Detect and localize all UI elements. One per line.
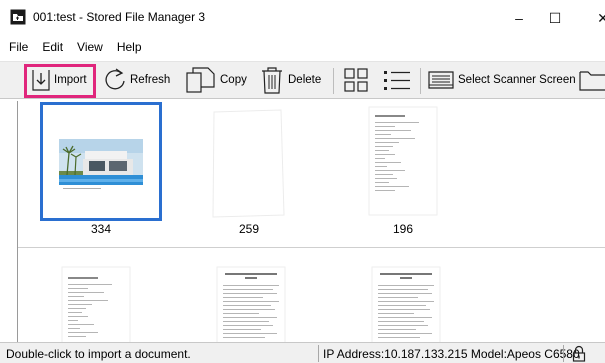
copy-icon [186, 67, 215, 93]
select-scanner-screen-button[interactable]: Select Scanner Screen [426, 63, 576, 97]
copy-label: Copy [220, 74, 247, 86]
text-page-image [216, 266, 286, 342]
row-divider [18, 247, 605, 248]
document-label: 259 [238, 222, 260, 236]
menu-view[interactable]: View [77, 38, 103, 58]
folder-icon [579, 71, 605, 91]
trash-icon [262, 67, 282, 94]
menu-bar: File Edit View Help [0, 38, 148, 58]
document-label: 196 [392, 222, 414, 236]
house-photo-image [57, 135, 145, 195]
maximize-button[interactable]: ☐ [540, 6, 570, 30]
status-hint: Double-click to import a document. [6, 347, 191, 361]
menu-help[interactable]: Help [117, 38, 142, 58]
minimize-button[interactable]: – [504, 6, 534, 30]
list-view-button[interactable] [381, 63, 413, 97]
document-label: 334 [90, 222, 112, 236]
refresh-icon [105, 68, 125, 90]
document-thumbnail-6[interactable] [366, 265, 446, 342]
grid-view-icon [344, 68, 368, 92]
blank-page-image [212, 109, 285, 218]
document-thumbnail-4[interactable] [56, 265, 136, 342]
menu-file[interactable]: File [9, 38, 28, 58]
document-thumbnail-5[interactable] [211, 265, 291, 342]
refresh-button[interactable]: Refresh [102, 63, 170, 97]
toolbar-separator [333, 68, 334, 94]
document-thumbnail-2[interactable] [200, 107, 295, 221]
text-page-image [61, 266, 131, 342]
list-view-icon [384, 71, 410, 90]
document-thumbnail-1[interactable] [40, 102, 162, 221]
select-scanner-label: Select Scanner Screen [458, 74, 576, 86]
text-page-image [371, 266, 441, 342]
thumbnail-view-button[interactable] [342, 63, 370, 97]
lock-icon [572, 345, 586, 362]
window-title: 001:test - Stored File Manager 3 [33, 10, 206, 24]
toolbar-separator [420, 68, 421, 94]
status-divider [563, 345, 564, 362]
folder-button[interactable] [578, 63, 605, 97]
text-page-image [368, 106, 438, 216]
status-divider [318, 345, 319, 362]
import-highlight [24, 64, 96, 98]
refresh-label: Refresh [130, 74, 171, 86]
delete-label: Delete [288, 74, 322, 86]
document-thumbnail-3[interactable] [363, 105, 443, 219]
copy-button[interactable]: Copy [184, 63, 247, 97]
app-icon [10, 9, 26, 25]
thumbnail-area[interactable]: 334 259 196 [17, 101, 605, 342]
status-bar: Double-click to import a document. IP Ad… [0, 342, 605, 363]
title-bar: 001:test - Stored File Manager 3 – ☐ ✕ [0, 0, 605, 36]
delete-button[interactable]: Delete [258, 63, 321, 97]
menu-edit[interactable]: Edit [42, 38, 63, 58]
close-button[interactable]: ✕ [588, 6, 605, 30]
scanner-icon [428, 71, 454, 89]
status-device-info: IP Address:10.187.133.215 Model:Apeos C6… [323, 347, 580, 361]
